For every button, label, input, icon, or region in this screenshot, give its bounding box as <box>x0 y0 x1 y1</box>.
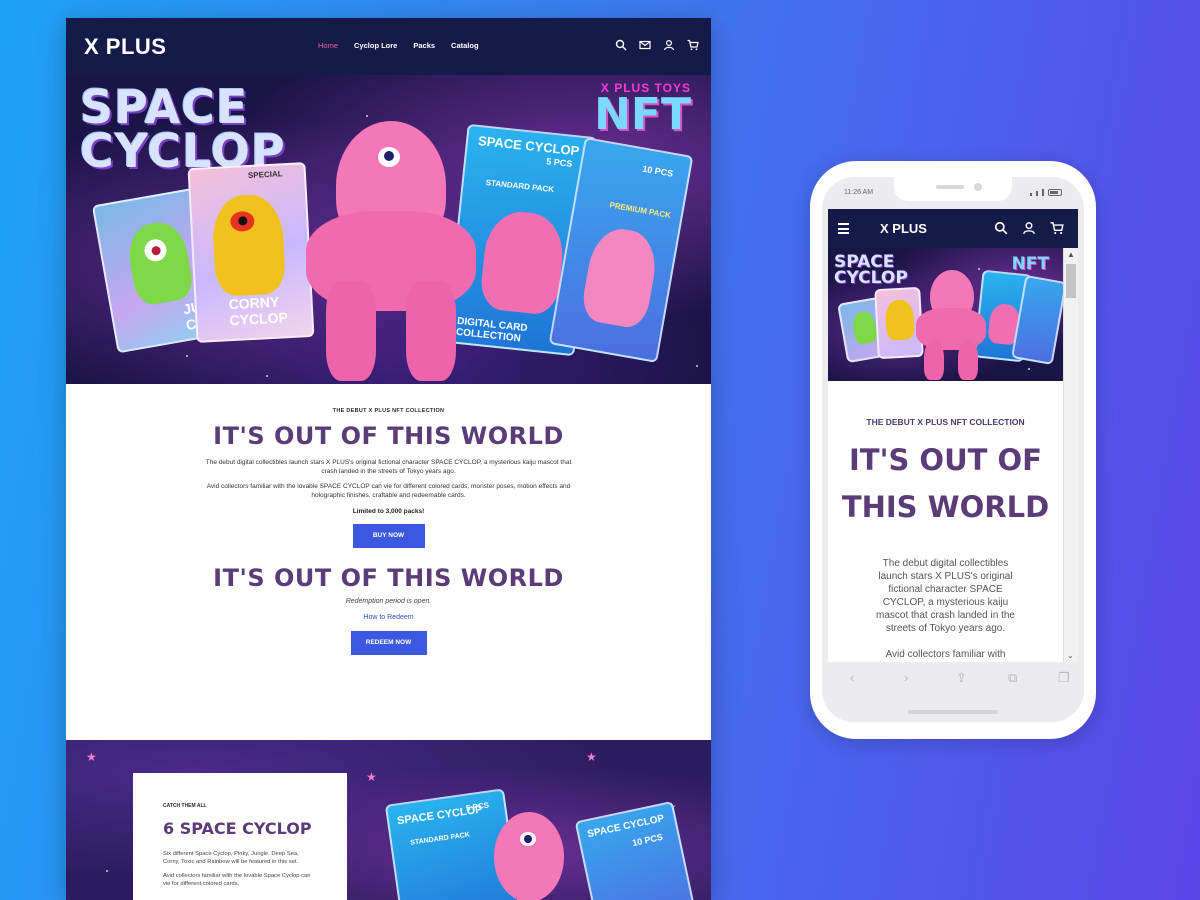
forward-icon[interactable]: › <box>904 670 908 685</box>
phone-nav-icons <box>994 221 1064 235</box>
nav-link-home[interactable]: Home <box>318 41 338 50</box>
phone-viewport: X PLUS SPACE CYCLOP NFT THE DEBUT X PLUS… <box>828 209 1078 662</box>
catch-title: 6 SPACE CYCLOP <box>163 819 312 838</box>
catch-card: CATCH THEM ALL 6 SPACE CYCLOP Six differ… <box>133 773 347 900</box>
desktop-navbar: X PLUS Home Cyclop Lore Packs Catalog <box>66 18 711 75</box>
user-icon[interactable] <box>1022 221 1036 235</box>
cart-icon[interactable] <box>1050 221 1064 235</box>
tabs-icon[interactable]: ❐ <box>1058 670 1070 686</box>
mail-icon[interactable] <box>639 39 651 51</box>
battery-icon <box>1048 189 1062 196</box>
nav-link-cyclop-lore[interactable]: Cyclop Lore <box>354 41 397 50</box>
scroll-thumb[interactable] <box>1066 264 1076 298</box>
site-logo[interactable]: X PLUS <box>84 34 166 60</box>
browser-toolbar: ‹ › ⇪ ⧉ ❐ <box>822 662 1084 722</box>
phone-intro-paragraph-1: The debut digital collectibles launch st… <box>876 558 1015 634</box>
desktop-mockup: X PLUS Home Cyclop Lore Packs Catalog SP… <box>66 18 711 900</box>
back-icon[interactable]: ‹ <box>850 670 854 685</box>
user-icon[interactable] <box>663 39 675 51</box>
catch-text-1: Six different Space Cyclop, Pinky, Jungl… <box>163 851 299 865</box>
phone-pink-cyclop-figure <box>910 270 990 380</box>
phone-intro-paragraph-2: Avid collectors familiar with <box>885 649 1006 660</box>
phone-intro-heading: IT'S OUT OF THIS WORLD <box>841 443 1050 524</box>
lower-pink-cyclop-figure <box>474 812 584 900</box>
phone-screen-frame: 11:26 AM X PLUS SPACE CYCLOP NFT THE DEB… <box>822 177 1084 722</box>
hamburger-menu-icon[interactable] <box>838 223 849 237</box>
phone-mockup: 11:26 AM X PLUS SPACE CYCLOP NFT THE DEB… <box>810 161 1096 739</box>
phone-hero-title: SPACE CYCLOP <box>834 252 908 288</box>
nav-link-catalog[interactable]: Catalog <box>451 41 479 50</box>
redemption-period-text: Redemption period is open. <box>345 598 432 605</box>
phone-site-logo[interactable]: X PLUS <box>880 221 927 236</box>
redeem-now-button[interactable]: REDEEM NOW <box>350 631 427 655</box>
phone-hero-banner: SPACE CYCLOP NFT <box>828 248 1063 381</box>
signal-icon <box>1030 193 1032 196</box>
nav-link-packs[interactable]: Packs <box>413 41 435 50</box>
status-time: 11:26 AM <box>844 189 874 196</box>
hero-title: SPACE CYCLOP <box>80 80 286 178</box>
buy-now-button[interactable]: BUY NOW <box>352 524 425 548</box>
intro-paragraph-2: Avid collectors familiar with the lovabl… <box>206 483 571 499</box>
intro-eyebrow: THE DEBUT X PLUS NFT COLLECTION <box>332 408 445 414</box>
scroll-up-arrow-icon[interactable]: ▲ <box>1067 250 1075 259</box>
main-menu: Home Cyclop Lore Packs Catalog <box>318 41 479 50</box>
hero-nft-logo: X PLUS TOYS NFT <box>594 81 691 140</box>
catch-them-all-section: ★ ★ ★ ★ CATCH THEM ALL 6 SPACE CYCLOP Si… <box>66 740 711 900</box>
scroll-down-arrow-icon[interactable]: ⌄ <box>1067 651 1074 660</box>
search-icon[interactable] <box>615 39 627 51</box>
limited-note: Limited to 3,000 packs! <box>352 508 425 515</box>
how-to-redeem-link[interactable]: How to Redeem <box>66 614 711 621</box>
pink-cyclop-figure <box>286 121 486 381</box>
redeem-heading: IT'S OUT OF THIS WORLD <box>213 564 564 592</box>
bookmarks-icon[interactable]: ⧉ <box>1008 670 1017 686</box>
phone-hero-nft-logo: NFT <box>1011 254 1049 274</box>
status-indicators <box>1030 189 1062 196</box>
phone-scrollbar[interactable]: ▲ ⌄ <box>1063 248 1078 662</box>
intro-heading: IT'S OUT OF THIS WORLD <box>213 422 564 450</box>
lower-premium-pack-card: SPACE CYCLOP 10 PCS <box>574 800 698 900</box>
nav-icons <box>615 39 699 51</box>
home-indicator <box>908 710 998 714</box>
catch-text-2: Avid collectors familiar with the lovabl… <box>163 873 311 887</box>
share-icon[interactable]: ⇪ <box>956 670 967 686</box>
phone-navbar: X PLUS <box>828 209 1078 248</box>
phone-intro-eyebrow: THE DEBUT X PLUS NFT COLLECTION <box>866 417 1025 427</box>
intro-section: THE DEBUT X PLUS NFT COLLECTION IT'S OUT… <box>66 384 711 740</box>
hero-banner: SPACE CYCLOP X PLUS TOYS NFT JUNGLE CYCL… <box>66 75 711 384</box>
cart-icon[interactable] <box>687 39 699 51</box>
phone-intro-section: THE DEBUT X PLUS NFT COLLECTION IT'S OUT… <box>828 381 1063 661</box>
intro-paragraph-1: The debut digital collectibles launch st… <box>205 459 572 475</box>
search-icon[interactable] <box>994 221 1008 235</box>
catch-eyebrow: CATCH THEM ALL <box>163 803 207 809</box>
phone-notch <box>894 177 1012 201</box>
